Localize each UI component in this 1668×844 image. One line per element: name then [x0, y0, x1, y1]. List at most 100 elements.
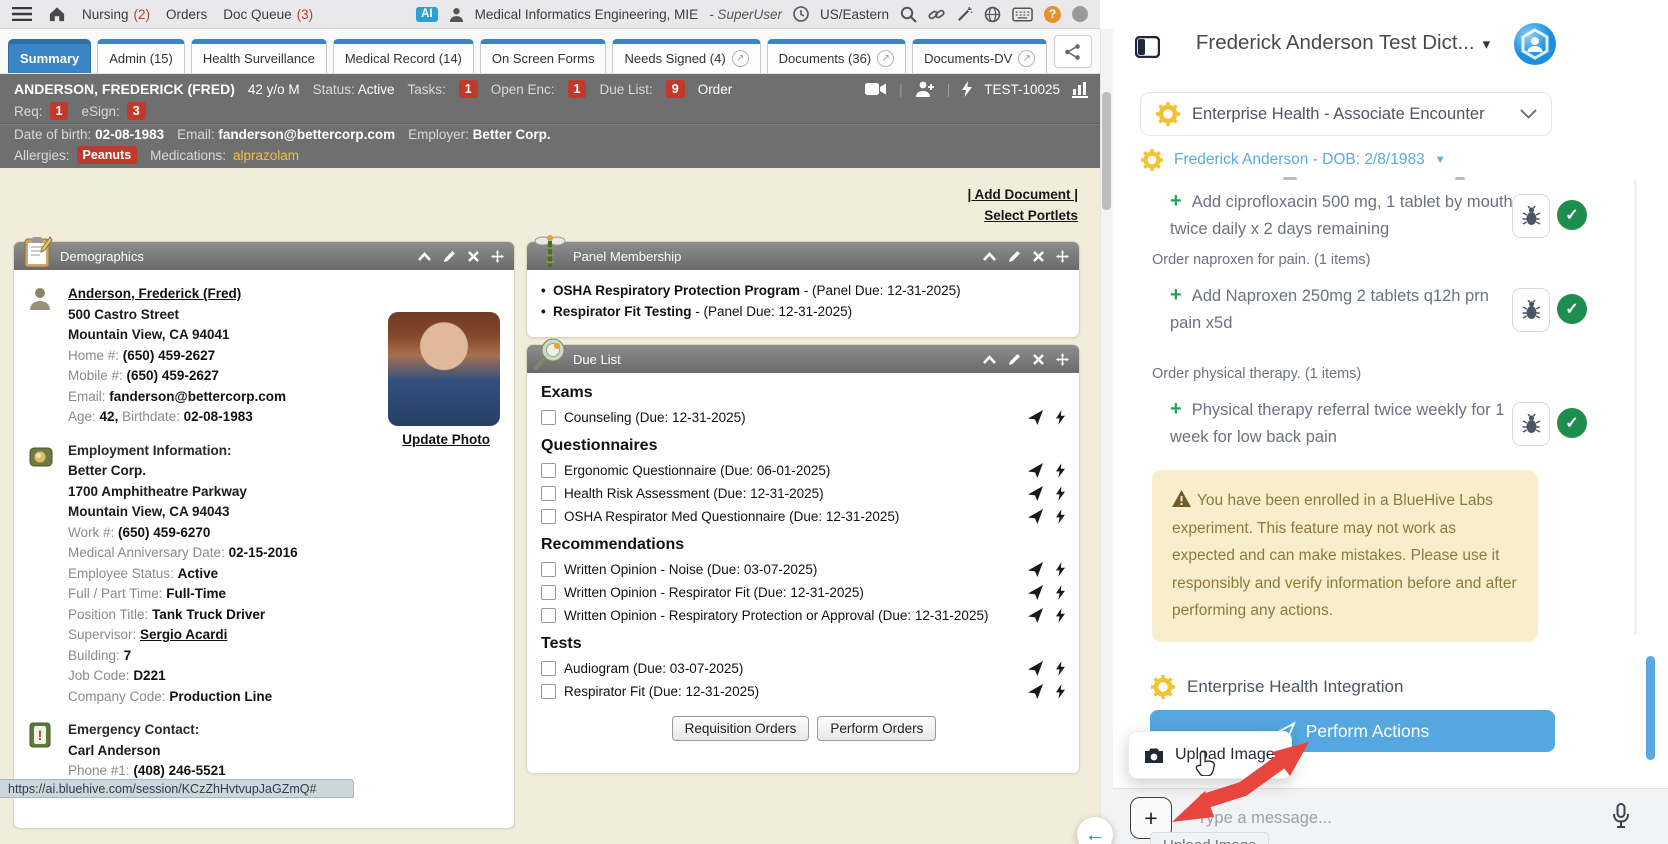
bar-chart-icon[interactable] [1072, 81, 1088, 98]
open-enc-badge[interactable]: 1 [568, 80, 587, 98]
close-icon[interactable] [1033, 354, 1044, 365]
due-list-badge[interactable]: 9 [666, 80, 685, 98]
order-link[interactable]: Order [698, 82, 733, 97]
org-name[interactable]: Medical Informatics Engineering, MIE [475, 7, 699, 22]
tab-medical-record[interactable]: Medical Record (14) [333, 39, 474, 73]
avatar[interactable] [1072, 6, 1088, 22]
tasks-badge[interactable]: 1 [459, 80, 478, 98]
globe-icon[interactable] [984, 6, 1001, 23]
microphone-icon[interactable] [1611, 803, 1631, 829]
checkbox[interactable] [541, 463, 556, 478]
encounter-selector[interactable]: Enterprise Health - Associate Encounter [1140, 92, 1552, 136]
bolt-icon[interactable] [1056, 463, 1065, 478]
panel-toggle-icon[interactable] [1135, 36, 1160, 58]
tab-needs-signed[interactable]: Needs Signed (4)↗ [612, 39, 760, 73]
debug-button[interactable] [1512, 288, 1550, 332]
patient-name-link[interactable]: Anderson, Frederick (Fred) [68, 284, 286, 305]
edit-icon[interactable] [443, 250, 456, 263]
bolt-icon[interactable] [962, 81, 972, 97]
bolt-icon[interactable] [1056, 509, 1065, 524]
collapse-icon[interactable] [983, 252, 996, 261]
collapse-icon[interactable] [983, 355, 996, 364]
requisition-orders-button[interactable]: Requisition Orders [672, 716, 810, 741]
tab-admin[interactable]: Admin (15) [97, 39, 185, 73]
help-icon[interactable]: ? [1044, 6, 1061, 23]
collapse-icon[interactable] [418, 252, 431, 261]
medication-value[interactable]: alprazolam [233, 148, 299, 163]
move-icon[interactable] [1056, 353, 1069, 366]
supervisor-link[interactable]: Sergio Acardi [140, 627, 227, 642]
edit-icon[interactable] [1008, 353, 1021, 366]
bolt-icon[interactable] [1056, 486, 1065, 501]
chat-scrollbar-track[interactable] [1634, 180, 1637, 635]
tab-on-screen-forms[interactable]: On Screen Forms [480, 39, 607, 73]
nav-orders[interactable]: Orders [166, 7, 207, 22]
video-icon[interactable] [865, 82, 887, 96]
session-title[interactable]: Frederick Anderson Test Dict...▾ [1173, 31, 1513, 55]
demographics-header[interactable]: Demographics [14, 242, 514, 270]
tab-documents[interactable]: Documents (36)↗ [767, 39, 906, 73]
send-icon[interactable] [1028, 661, 1043, 676]
main-scrollbar-thumb[interactable] [1102, 92, 1111, 210]
checkbox[interactable] [541, 585, 556, 600]
bolt-icon[interactable] [1056, 608, 1065, 623]
search-icon[interactable] [900, 6, 917, 23]
select-portlets-link[interactable]: Select Portlets [967, 205, 1078, 226]
nav-doc-queue[interactable]: Doc Queue (3) [223, 7, 313, 22]
checkbox[interactable] [541, 486, 556, 501]
add-person-icon[interactable] [915, 81, 935, 97]
nav-nursing[interactable]: Nursing (2) [82, 7, 150, 22]
bluehive-logo[interactable] [1513, 22, 1557, 66]
ai-badge[interactable]: AI [416, 7, 438, 22]
send-icon[interactable] [1028, 509, 1043, 524]
debug-button[interactable] [1512, 194, 1550, 238]
edit-icon[interactable] [1008, 250, 1021, 263]
message-input[interactable] [1195, 800, 1559, 836]
bolt-icon[interactable] [1056, 684, 1065, 699]
tab-summary[interactable]: Summary [8, 39, 91, 73]
panel-membership-header[interactable]: Panel Membership [527, 242, 1079, 270]
tab-documents-dv[interactable]: Documents-DV↗ [912, 39, 1047, 73]
allergy-badge[interactable]: Peanuts [77, 146, 138, 164]
tab-health-surveillance[interactable]: Health Surveillance [191, 39, 327, 73]
checkbox[interactable] [541, 684, 556, 699]
checkbox[interactable] [541, 410, 556, 425]
bolt-icon[interactable] [1056, 661, 1065, 676]
panel-scrollbar-thumb[interactable] [1646, 656, 1655, 760]
bolt-icon[interactable] [1056, 410, 1065, 425]
checkbox[interactable] [541, 661, 556, 676]
send-icon[interactable] [1028, 463, 1043, 478]
send-icon[interactable] [1028, 410, 1043, 425]
add-document-link[interactable]: | Add Document | [967, 184, 1078, 205]
close-icon[interactable] [468, 251, 479, 262]
send-icon[interactable] [1028, 585, 1043, 600]
checkbox[interactable] [541, 608, 556, 623]
req-badge[interactable]: 1 [50, 102, 69, 120]
birthdate-value: 02-08-1983 [184, 409, 253, 424]
send-icon[interactable] [1028, 562, 1043, 577]
move-icon[interactable] [1056, 250, 1069, 263]
timezone-label[interactable]: US/Eastern [820, 7, 889, 22]
close-icon[interactable] [1033, 251, 1044, 262]
home-icon[interactable] [48, 6, 66, 22]
link-icon[interactable] [928, 6, 945, 23]
bolt-icon[interactable] [1056, 585, 1065, 600]
checkbox[interactable] [541, 509, 556, 524]
due-list-header[interactable]: Due List [527, 345, 1079, 373]
debug-button[interactable] [1512, 402, 1550, 446]
send-icon[interactable] [1028, 608, 1043, 623]
patient-name[interactable]: ANDERSON, FREDERICK (FRED) [14, 81, 235, 97]
checkbox[interactable] [541, 562, 556, 577]
bolt-icon[interactable] [1056, 562, 1065, 577]
send-icon[interactable] [1028, 486, 1043, 501]
send-icon[interactable] [1028, 684, 1043, 699]
wand-icon[interactable] [956, 6, 973, 23]
esign-badge[interactable]: 3 [127, 102, 146, 120]
tab-settings-button[interactable] [1054, 35, 1092, 68]
perform-orders-button[interactable]: Perform Orders [817, 716, 936, 741]
move-icon[interactable] [491, 250, 504, 263]
update-photo-link[interactable]: Update Photo [402, 432, 490, 447]
keyboard-icon[interactable] [1012, 7, 1033, 22]
hamburger-menu-icon[interactable] [12, 7, 32, 21]
patient-context-link[interactable]: Frederick Anderson - DOB: 2/8/1983 ▼ [1140, 148, 1446, 172]
